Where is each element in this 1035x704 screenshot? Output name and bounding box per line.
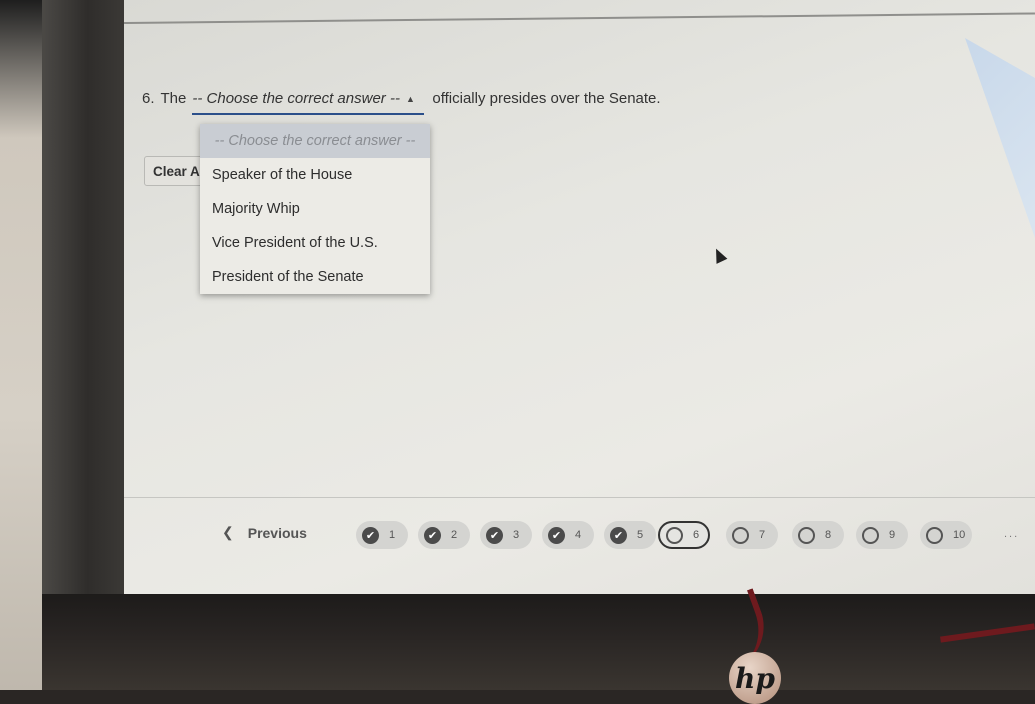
chevron-left-icon: ❮ bbox=[222, 524, 234, 540]
question-prefix: The bbox=[160, 90, 187, 107]
question-nav-number: 2 bbox=[451, 529, 458, 541]
question-nav-number: 6 bbox=[693, 529, 700, 541]
question-nav-pill-6[interactable]: 6 bbox=[658, 521, 710, 549]
empty-circle-icon bbox=[862, 526, 879, 544]
question-nav-number: 10 bbox=[953, 529, 966, 541]
question-nav-pill-10[interactable]: 10 bbox=[920, 521, 972, 549]
empty-circle-icon bbox=[666, 526, 683, 544]
dropdown-option[interactable]: Majority Whip bbox=[200, 192, 430, 226]
check-circle-icon: ✔ bbox=[424, 526, 441, 544]
check-circle-icon: ✔ bbox=[362, 526, 379, 544]
footer-divider bbox=[124, 497, 1035, 498]
question-nav-pill-4[interactable]: ✔ 4 bbox=[542, 521, 594, 549]
question-nav-number: 5 bbox=[637, 529, 644, 541]
empty-circle-icon bbox=[798, 526, 815, 544]
answer-select[interactable]: -- Choose the correct answer -- ▲ bbox=[192, 90, 425, 115]
question-navigation: ❮ Previous ✔ 1 ✔ 2 ✔ 3 ✔ 4 ✔ 5 6 7 8 9 10 ... bbox=[124, 518, 1035, 558]
screen: 6. The -- Choose the correct answer -- ▲… bbox=[124, 0, 1035, 596]
question-nav-number: 9 bbox=[889, 529, 896, 541]
check-circle-icon: ✔ bbox=[548, 526, 565, 544]
answer-select-value: -- Choose the correct answer -- bbox=[192, 90, 400, 107]
hp-logo: hp bbox=[729, 652, 781, 704]
more-questions-ellipsis[interactable]: ... bbox=[1004, 528, 1019, 540]
question-nav-number: 1 bbox=[389, 529, 396, 541]
question-nav-pill-8[interactable]: 8 bbox=[792, 521, 844, 549]
dropdown-option[interactable]: Speaker of the House bbox=[200, 158, 430, 192]
question-nav-number: 3 bbox=[513, 529, 520, 541]
question-nav-number: 8 bbox=[825, 529, 832, 541]
question-number: 6. bbox=[142, 90, 155, 107]
empty-circle-icon bbox=[732, 526, 749, 544]
question-nav-pill-2[interactable]: ✔ 2 bbox=[418, 521, 470, 549]
check-circle-icon: ✔ bbox=[486, 526, 503, 544]
screen-glare bbox=[965, 38, 1035, 238]
question-text: 6. The -- Choose the correct answer -- ▲… bbox=[142, 90, 661, 115]
dropdown-option-placeholder[interactable]: -- Choose the correct answer -- bbox=[200, 124, 430, 158]
laptop-bezel-bottom bbox=[42, 594, 1035, 690]
question-nav-pill-7[interactable]: 7 bbox=[726, 521, 778, 549]
previous-label: Previous bbox=[247, 524, 307, 541]
dropdown-option[interactable]: Vice President of the U.S. bbox=[200, 226, 430, 260]
question-nav-pill-1[interactable]: ✔ 1 bbox=[356, 521, 408, 549]
caret-up-icon: ▲ bbox=[405, 93, 415, 104]
empty-circle-icon bbox=[926, 526, 943, 544]
question-nav-pill-9[interactable]: 9 bbox=[856, 521, 908, 549]
check-circle-icon: ✔ bbox=[610, 526, 627, 544]
background-wall bbox=[0, 0, 42, 690]
question-suffix: officially presides over the Senate. bbox=[432, 90, 661, 107]
question-nav-pill-5[interactable]: ✔ 5 bbox=[604, 521, 656, 549]
question-nav-number: 4 bbox=[575, 529, 582, 541]
previous-button[interactable]: ❮ Previous bbox=[222, 524, 307, 541]
header-divider bbox=[124, 12, 1035, 24]
answer-dropdown-list: -- Choose the correct answer -- Speaker … bbox=[200, 124, 430, 294]
question-nav-pill-3[interactable]: ✔ 3 bbox=[480, 521, 532, 549]
dropdown-option[interactable]: President of the Senate bbox=[200, 260, 430, 294]
question-nav-number: 7 bbox=[759, 529, 766, 541]
